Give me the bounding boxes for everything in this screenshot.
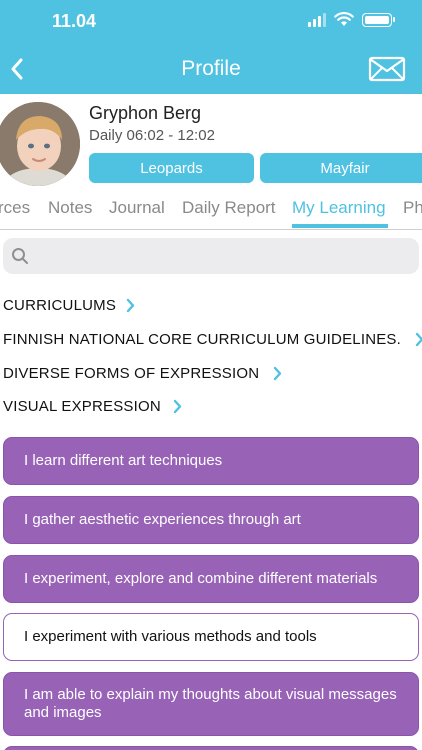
group-button-leopards[interactable]: Leopards [89,153,254,183]
learning-item[interactable]: I am able to explain my thoughts about v… [3,672,419,736]
learning-item[interactable]: I gather aesthetic experiences through a… [3,496,419,544]
tab-daily-report[interactable]: Daily Report [182,198,276,218]
page-title: Profile [181,57,241,80]
tab-journal[interactable]: Journal [109,198,165,218]
chevron-right-icon [273,366,282,381]
profile-tabs: rces Notes Journal Daily Report My Learn… [0,190,422,230]
child-schedule: Daily 06:02 - 12:02 [89,127,215,144]
status-time: 11.04 [52,11,97,31]
chevron-right-icon [415,332,422,347]
learning-item-text: I learn different art techniques [24,452,223,469]
tab-photos[interactable]: Ph [403,198,422,218]
tab-resources[interactable]: rces [0,198,30,218]
breadcrumb-curriculums[interactable]: CURRICULUMS [3,297,135,314]
breadcrumb-label: VISUAL EXPRESSION [3,398,161,415]
breadcrumb-diverse-forms[interactable]: DIVERSE FORMS OF EXPRESSION [3,365,282,382]
breadcrumb-finnish-guidelines[interactable]: FINNISH NATIONAL CORE CURRICULUM GUIDELI… [3,331,422,348]
child-name: Gryphon Berg [89,103,202,123]
search-input[interactable] [3,238,419,274]
learning-item-partial[interactable] [3,746,419,750]
top-bar: 11.04 Profile [0,0,422,94]
chevron-right-icon [173,399,182,414]
chevron-right-icon [126,298,135,313]
status-icons [308,12,395,27]
breadcrumb-label: FINNISH NATIONAL CORE CURRICULUM GUIDELI… [3,331,402,348]
learning-item[interactable]: I experiment with various methods and to… [3,613,419,661]
profile-header: Gryphon Berg Daily 06:02 - 12:02 Leopard… [0,94,422,190]
avatar[interactable] [0,102,80,186]
learning-item-text: I am able to explain my thoughts about v… [24,686,397,721]
tab-notes[interactable]: Notes [48,198,92,218]
battery-icon [362,12,395,27]
learning-item[interactable]: I learn different art techniques [3,437,419,485]
group-button-mayfair[interactable]: Mayfair [260,153,422,183]
breadcrumb-visual-expression[interactable]: VISUAL EXPRESSION [3,398,182,415]
learning-item[interactable]: I experiment, explore and combine differ… [3,555,419,603]
learning-item-text: I experiment, explore and combine differ… [24,570,378,587]
breadcrumb-label: DIVERSE FORMS OF EXPRESSION [3,365,260,382]
learning-item-text: I gather aesthetic experiences through a… [24,511,301,528]
envelope-icon [368,56,406,82]
wifi-icon [334,12,354,26]
cellular-signal-icon [308,12,326,27]
tab-my-learning[interactable]: My Learning [292,198,386,218]
search-icon [12,248,28,264]
learning-item-text: I experiment with various methods and to… [24,628,317,645]
active-tab-indicator [292,224,388,228]
messages-button[interactable] [368,56,408,82]
breadcrumb-label: CURRICULUMS [3,297,117,314]
child-photo [0,102,80,186]
